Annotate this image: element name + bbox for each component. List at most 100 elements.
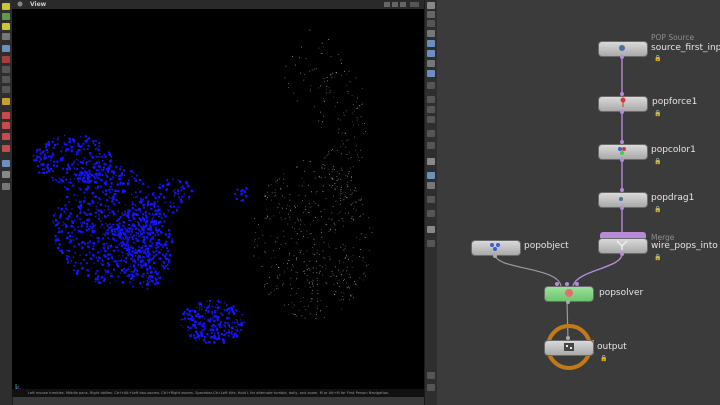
particle-blue [105, 271, 107, 273]
particle-white [309, 91, 311, 92]
particle-blue [154, 195, 156, 197]
output-connector[interactable] [620, 206, 624, 210]
particle-blue [201, 325, 204, 328]
select-visible-icon[interactable] [2, 160, 10, 167]
camera-icon[interactable] [2, 183, 10, 190]
particle-blue [213, 341, 216, 344]
view-tool-icon[interactable] [2, 45, 10, 52]
particle-blue [128, 179, 130, 182]
particle-white [303, 211, 304, 213]
particle-blue [109, 245, 113, 248]
select-tool-icon[interactable] [2, 3, 10, 10]
home-icon[interactable] [427, 240, 435, 247]
viewport-header-buttons[interactable] [382, 0, 422, 9]
lock-camera-icon[interactable] [427, 20, 435, 27]
edges-icon[interactable] [2, 112, 10, 119]
particle-blue [107, 237, 110, 240]
pose-tool-icon[interactable] [2, 33, 10, 40]
safe-area-icon[interactable] [427, 196, 435, 203]
particle-white [351, 193, 353, 195]
particle-white [340, 119, 341, 121]
input-connector[interactable] [565, 282, 569, 286]
particle-white [269, 277, 270, 278]
pin-icon[interactable] [427, 384, 435, 391]
particle-white [343, 299, 344, 301]
output-connector[interactable] [620, 55, 624, 59]
template-icon[interactable] [427, 142, 435, 149]
split-icon[interactable] [427, 182, 435, 189]
particle-blue [73, 167, 76, 170]
particle-blue [154, 208, 156, 210]
network-editor[interactable]: POP Source source_first_inp 🔒 popforce1 … [437, 0, 720, 405]
ghost-icon[interactable] [427, 11, 435, 18]
snap-point-icon[interactable] [2, 86, 10, 93]
particle-white [319, 270, 321, 272]
display-mode-icon[interactable] [427, 30, 435, 37]
wireframe-icon[interactable] [427, 40, 435, 47]
particle-blue [68, 137, 71, 141]
particle-blue [156, 231, 159, 234]
handle-tool-icon[interactable] [2, 23, 10, 30]
output-connector[interactable] [620, 158, 624, 162]
particle-blue [194, 330, 197, 333]
transform-tool-icon[interactable] [2, 13, 10, 20]
select-all-icon[interactable] [2, 171, 10, 178]
particle-blue [53, 143, 57, 146]
display-options-icon[interactable] [427, 2, 435, 9]
output-connector[interactable] [493, 254, 497, 258]
particle-white [276, 237, 278, 239]
particle-blue [158, 186, 161, 189]
particle-blue [186, 308, 189, 311]
particle-blue [204, 336, 207, 339]
input-connector[interactable] [620, 140, 624, 144]
points-icon[interactable] [2, 98, 10, 105]
input-connector[interactable] [620, 92, 624, 96]
background-icon[interactable] [427, 82, 435, 89]
frame-icon[interactable] [427, 372, 435, 379]
particle-white [361, 157, 363, 158]
render-icon[interactable] [427, 172, 435, 179]
particle-blue [121, 281, 125, 284]
lighting-icon[interactable] [427, 60, 435, 67]
particle-blue [130, 226, 132, 228]
normals-icon[interactable] [427, 106, 435, 113]
shaded-icon[interactable] [427, 50, 435, 57]
secure-icon[interactable] [2, 56, 10, 63]
flipbook-icon[interactable] [427, 158, 435, 165]
points-display-icon[interactable] [427, 96, 435, 103]
particle-blue [132, 228, 134, 230]
3d-viewport[interactable] [12, 9, 424, 397]
visualize-icon[interactable] [427, 70, 435, 77]
particle-blue [123, 189, 126, 192]
output-connector[interactable] [620, 252, 624, 256]
particle-blue [92, 230, 96, 233]
input-connector[interactable] [620, 188, 624, 192]
groups-icon[interactable] [2, 145, 10, 152]
particle-white [351, 176, 352, 178]
particle-blue [182, 196, 184, 198]
guide-icon[interactable] [427, 130, 435, 137]
input-connector[interactable] [555, 282, 559, 286]
particle-white [292, 266, 294, 267]
particle-white [297, 243, 298, 245]
particle-blue [97, 201, 99, 204]
particle-blue [167, 261, 171, 264]
particle-blue [135, 275, 137, 277]
snap-icon[interactable] [2, 66, 10, 73]
particle-blue [212, 335, 215, 338]
input-connector[interactable] [566, 336, 570, 340]
persp-icon[interactable] [427, 226, 435, 233]
input-connector[interactable] [575, 282, 579, 286]
output-connector[interactable] [566, 300, 570, 304]
particle-white [295, 242, 297, 244]
prims-icon[interactable] [2, 122, 10, 129]
snap-grid-icon[interactable] [2, 76, 10, 83]
particle-blue [157, 233, 160, 236]
particle-white [360, 149, 362, 151]
particle-blue [155, 227, 157, 230]
output-connector[interactable] [620, 110, 624, 114]
grid-icon[interactable] [427, 210, 435, 217]
vertices-icon[interactable] [2, 133, 10, 140]
uv-icon[interactable] [427, 116, 435, 123]
particle-white [298, 309, 300, 311]
